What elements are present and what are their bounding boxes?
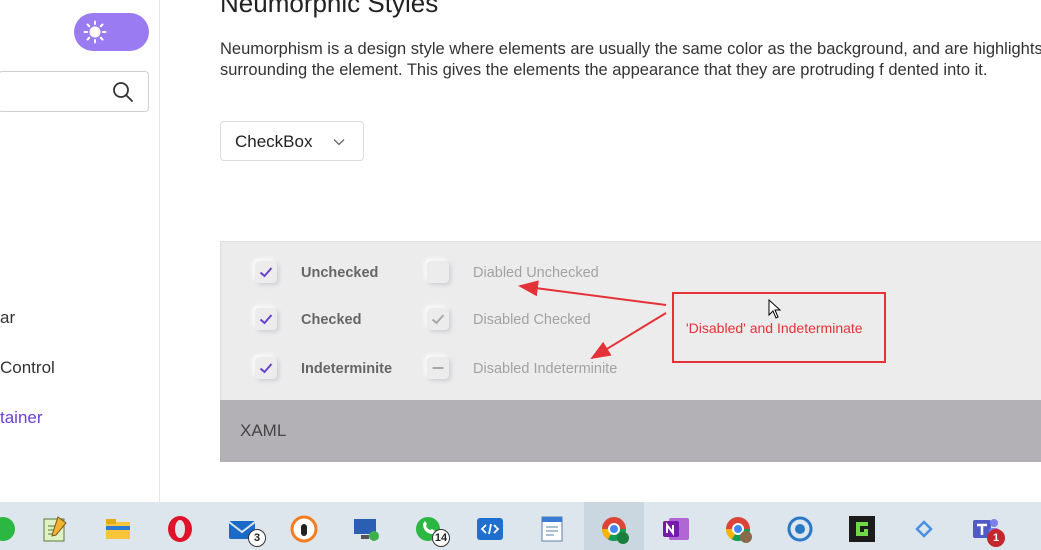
game-icon[interactable] — [847, 514, 877, 544]
opera-icon[interactable] — [165, 514, 195, 544]
sidebar: ar Control tainer — [0, 0, 160, 502]
description-container: Neumorphism is a design style where elem… — [220, 39, 1041, 103]
vpn-icon[interactable] — [289, 514, 319, 544]
code-editor-icon[interactable] — [475, 514, 505, 544]
sidebar-item-container[interactable]: tainer — [0, 408, 43, 428]
checkbox-disabled-indeterminate — [427, 357, 449, 379]
chrome-profile-s-icon[interactable] — [599, 514, 629, 544]
dash-icon — [432, 367, 444, 369]
checkbox-disabled-checked — [427, 308, 449, 330]
sidebar-item-control[interactable]: Control — [0, 358, 55, 378]
checkmark-icon — [431, 314, 445, 325]
chrome-profile-icon[interactable] — [723, 514, 753, 544]
checkmark-icon — [259, 363, 273, 374]
sidebar-item-toolbar[interactable]: ar — [0, 308, 15, 328]
checkbox-label: Disabled Indeterminite — [473, 361, 618, 377]
checkbox-indeterminite[interactable] — [255, 357, 277, 379]
page-description: Neumorphism is a design style where elem… — [220, 40, 1041, 79]
checkbox-label: Disabled Checked — [473, 312, 591, 328]
power-automate-icon[interactable] — [909, 514, 939, 544]
checkbox-label: Diabled Unchecked — [473, 265, 599, 281]
checkbox-label: Unchecked — [301, 265, 379, 281]
whatsapp-badge: 14 — [432, 529, 450, 547]
annotation-text: 'Disabled' and Indeterminate — [686, 320, 863, 336]
mail-badge: 3 — [248, 529, 266, 547]
checkmark-icon — [259, 267, 273, 278]
remote-desktop-icon[interactable] — [351, 514, 381, 544]
teams-badge: 1 — [987, 529, 1005, 547]
search-input[interactable] — [5, 80, 105, 104]
notepad-icon[interactable] — [40, 514, 70, 544]
whatsapp-partial-icon[interactable] — [0, 514, 18, 544]
checkbox-demo-panel: Unchecked Checked Indeterminite Diabled … — [220, 241, 1041, 400]
style-selector-dropdown[interactable]: CheckBox — [220, 121, 364, 161]
theme-toggle[interactable] — [74, 13, 149, 51]
sun-icon — [83, 20, 107, 44]
sync-icon[interactable] — [785, 514, 815, 544]
page-title: Neumorphic Styles — [220, 0, 439, 18]
search-icon[interactable] — [111, 80, 135, 104]
checkmark-icon — [259, 314, 273, 325]
search-box — [0, 71, 149, 112]
checkbox-checked[interactable] — [255, 308, 277, 330]
taskbar — [0, 502, 1041, 550]
xaml-label: XAML — [240, 421, 287, 440]
checkbox-label: Checked — [301, 312, 362, 328]
onenote-icon[interactable] — [661, 514, 691, 544]
xaml-expander[interactable]: XAML — [220, 400, 1041, 462]
dropdown-selected-value: CheckBox — [235, 132, 313, 151]
mouse-cursor-icon — [768, 299, 782, 319]
wordpad-icon[interactable] — [537, 514, 567, 544]
checkbox-disabled-unchecked — [427, 261, 449, 283]
checkbox-unchecked[interactable] — [255, 261, 277, 283]
checkbox-label: Indeterminite — [301, 361, 393, 377]
chevron-down-icon — [333, 139, 345, 146]
file-explorer-icon[interactable] — [103, 514, 133, 544]
